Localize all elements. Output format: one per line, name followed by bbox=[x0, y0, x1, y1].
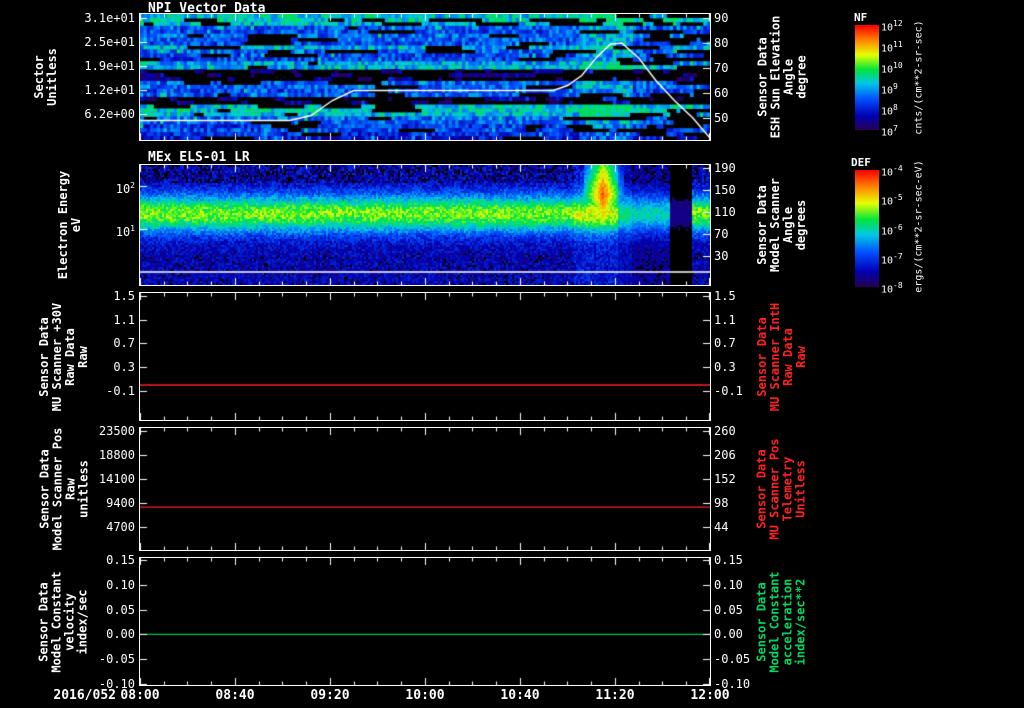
colorbar-tick-label: 108 bbox=[881, 103, 898, 117]
figure: NPI Vector Data MEx ELS-01 LR Sector Uni… bbox=[0, 0, 1024, 708]
y-axis-tick-label: 190 bbox=[714, 161, 760, 175]
y-axis-tick-label: 110 bbox=[714, 205, 760, 219]
y-axis-tick-label: 98 bbox=[714, 496, 760, 510]
colorbar-tick-label: 10-4 bbox=[881, 164, 903, 178]
x-axis-tick-label: 08:40 bbox=[203, 688, 267, 703]
colorbar-tick-label: 1011 bbox=[881, 40, 903, 54]
y-axis-tick-label: -0.05 bbox=[714, 652, 760, 666]
y-axis-tick-label: 206 bbox=[714, 448, 760, 462]
y-axis-tick-label: 0.7 bbox=[714, 336, 760, 350]
x-axis-tick-label: 08:00 bbox=[108, 688, 172, 703]
y-axis-tick-label: 14100 bbox=[0, 472, 135, 486]
y-axis-tick-label: 30 bbox=[714, 249, 760, 263]
x-axis-tick-label: 12:00 bbox=[678, 688, 742, 703]
y-axis-tick-label: 0.10 bbox=[714, 578, 760, 592]
colorbar-tick-label: 10-7 bbox=[881, 252, 903, 266]
colorbar-tick-label: 10-5 bbox=[881, 193, 903, 207]
y-axis-tick-label: 44 bbox=[714, 520, 760, 534]
y-axis-tick-label: 152 bbox=[714, 472, 760, 486]
y-axis-tick-label: 0.00 bbox=[0, 627, 135, 641]
y-axis-tick-label: 0.10 bbox=[0, 578, 135, 592]
y-axis-tick-label: 0.7 bbox=[0, 336, 135, 350]
y-axis-tick-label: 0.05 bbox=[0, 603, 135, 617]
y-axis-tick-label: 1.1 bbox=[714, 313, 760, 327]
y-axis-tick-label: 101 bbox=[0, 222, 135, 236]
colorbar-tick-label: 10-8 bbox=[881, 281, 903, 295]
colorbar-tick-label: 1010 bbox=[881, 61, 903, 75]
colorbar-tick-label: 10-6 bbox=[881, 223, 903, 237]
y-axis-tick-label: 70 bbox=[714, 61, 760, 75]
y-axis-tick-label: 2.5e+01 bbox=[0, 35, 135, 49]
y-axis-tick-label: 1.2e+01 bbox=[0, 83, 135, 97]
y-axis-tick-label: 50 bbox=[714, 111, 760, 125]
y-axis-tick-label: 6.2e+00 bbox=[0, 107, 135, 121]
x-axis-tick-label: 11:20 bbox=[583, 688, 647, 703]
y-axis-tick-label: 9400 bbox=[0, 496, 135, 510]
y-axis-tick-label: 0.15 bbox=[0, 553, 135, 567]
y-axis-tick-label: -0.1 bbox=[714, 384, 760, 398]
y-axis-tick-label: 0.15 bbox=[714, 553, 760, 567]
y-axis-tick-label: -0.1 bbox=[0, 384, 135, 398]
tick-labels-layer: 3.1e+01 2.5e+01 1.9e+01 1.2e+01 6.2e+00 90 80 7… bbox=[0, 0, 1024, 708]
y-axis-tick-label: 1.5 bbox=[0, 289, 135, 303]
y-axis-tick-label: 102 bbox=[0, 179, 135, 193]
x-axis-tick-label: 10:00 bbox=[393, 688, 457, 703]
x-axis-tick-label: 10:40 bbox=[488, 688, 552, 703]
y-axis-tick-label: -0.05 bbox=[0, 652, 135, 666]
x-axis-tick-label: 09:20 bbox=[298, 688, 362, 703]
colorbar-tick-label: 107 bbox=[881, 124, 898, 138]
y-axis-tick-label: 0.00 bbox=[714, 627, 760, 641]
y-axis-tick-label: 1.1 bbox=[0, 313, 135, 327]
y-axis-tick-label: 80 bbox=[714, 36, 760, 50]
y-axis-tick-label: 150 bbox=[714, 183, 760, 197]
y-axis-tick-label: 1.5 bbox=[714, 289, 760, 303]
y-axis-tick-label: 3.1e+01 bbox=[0, 11, 135, 25]
y-axis-tick-label: 90 bbox=[714, 11, 760, 25]
y-axis-tick-label: 23500 bbox=[0, 424, 135, 438]
y-axis-tick-label: 0.05 bbox=[714, 603, 760, 617]
y-axis-tick-label: 0.3 bbox=[714, 360, 760, 374]
y-axis-tick-label: 0.3 bbox=[0, 360, 135, 374]
y-axis-tick-label: 260 bbox=[714, 424, 760, 438]
x-axis-date-label: 2016/052 bbox=[20, 688, 116, 703]
y-axis-tick-label: 1.9e+01 bbox=[0, 59, 135, 73]
y-axis-tick-label: 70 bbox=[714, 227, 760, 241]
colorbar-tick-label: 1012 bbox=[881, 19, 903, 33]
y-axis-tick-label: 4700 bbox=[0, 520, 135, 534]
y-axis-tick-label: 18800 bbox=[0, 448, 135, 462]
y-axis-tick-label: 60 bbox=[714, 86, 760, 100]
colorbar-tick-label: 109 bbox=[881, 82, 898, 96]
